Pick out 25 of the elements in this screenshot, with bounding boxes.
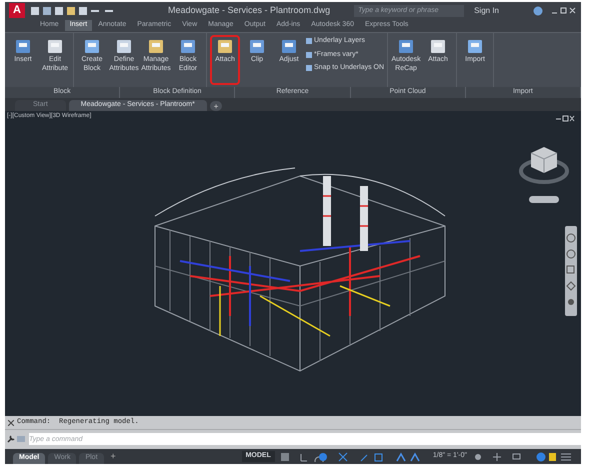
- ribbon-tool-icon: [83, 37, 101, 55]
- viewport-controls-icon[interactable]: [555, 115, 575, 122]
- ribbon-tool-icon: [248, 37, 266, 55]
- ribbon-tool-icon: [14, 37, 32, 55]
- ribbon-tool-icon: [466, 37, 484, 55]
- app-logo[interactable]: A: [9, 3, 25, 18]
- ribbon-tool-icon: [115, 37, 133, 55]
- window-controls-icon[interactable]: [551, 6, 577, 14]
- new-tab-button[interactable]: +: [210, 101, 222, 111]
- sign-in-button[interactable]: Sign In: [474, 4, 499, 16]
- ribbon-tool-icon: [147, 37, 165, 55]
- status-tray-icon[interactable]: [473, 452, 573, 462]
- add-layout-button[interactable]: +: [106, 450, 120, 464]
- ucs-dropdown[interactable]: [529, 196, 559, 203]
- command-prompt-icon: [17, 436, 25, 442]
- ribbon-tool-icon: [397, 37, 416, 55]
- ribbon-tool-icon: [179, 37, 197, 55]
- ribbon-tool-icon: [429, 37, 448, 55]
- navigation-bar-icon[interactable]: [565, 226, 577, 316]
- close-icon[interactable]: [8, 420, 14, 426]
- ribbon-tool-icon: [280, 37, 298, 55]
- ribbon-tool-icon: [216, 37, 234, 55]
- window-title: Meadowgate - Services - Plantroom.dwg: [168, 4, 330, 17]
- ribbon-tool-icon: [46, 37, 64, 55]
- wrench-icon[interactable]: [7, 435, 15, 443]
